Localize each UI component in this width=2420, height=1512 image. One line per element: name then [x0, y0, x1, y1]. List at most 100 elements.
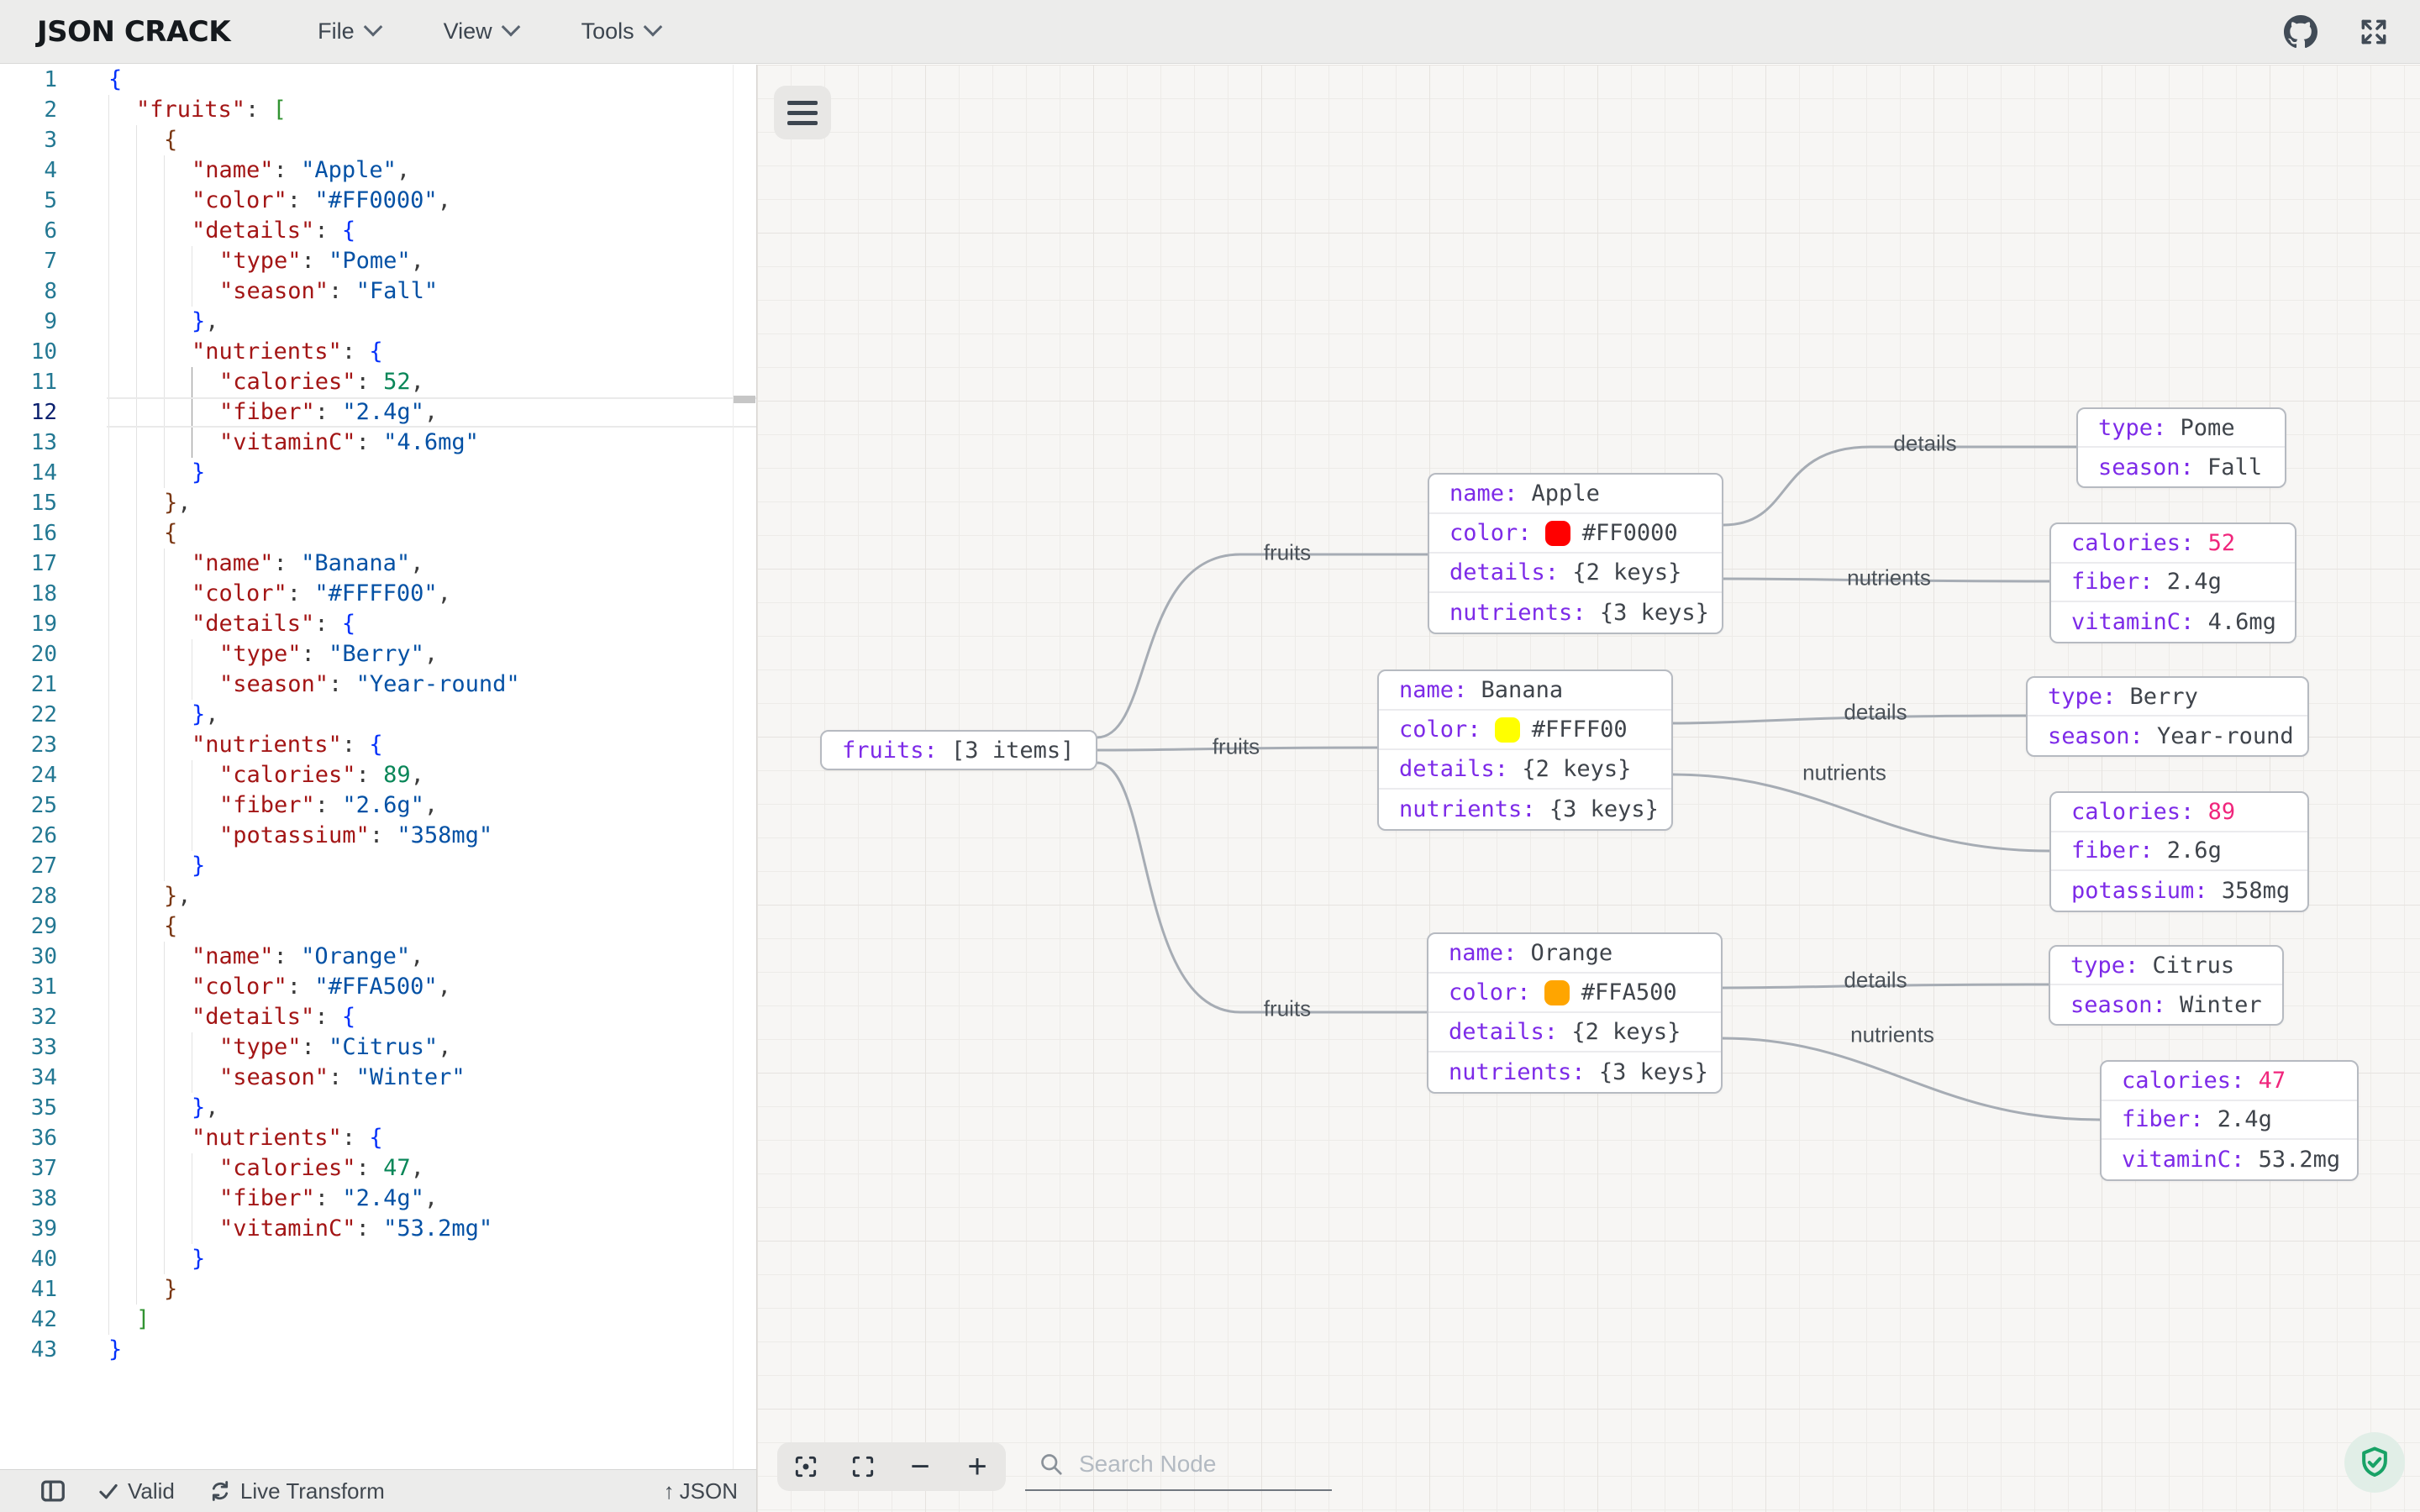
- indent-guide: [136, 730, 137, 760]
- line-number: 18: [0, 579, 57, 609]
- code-text: },: [164, 881, 192, 911]
- graph-node-apple[interactable]: name: Applecolor: #FF0000details: {2 key…: [1428, 473, 1723, 634]
- indent-guide: [136, 307, 137, 337]
- graph-menu-button[interactable]: [774, 86, 831, 139]
- fit-screen-icon: [850, 1453, 876, 1480]
- node-value: Pome: [2181, 415, 2235, 441]
- graph-node-orange[interactable]: name: Orangecolor: #FFA500 details: {2 ke…: [1427, 932, 1723, 1094]
- toggle-editor-panel-button[interactable]: [40, 1479, 66, 1503]
- editor-line: 11"calories": 52,: [0, 367, 756, 397]
- editor-line: 20"type": "Berry",: [0, 639, 756, 669]
- editor-line: 31"color": "#FFA500",: [0, 972, 756, 1002]
- code-text: "type": "Pome",: [219, 246, 424, 276]
- zoom-in-button[interactable]: +: [954, 1443, 1001, 1490]
- line-number: 3: [0, 125, 57, 155]
- app-logo[interactable]: JSON CRACK: [37, 15, 230, 49]
- code-text: "name": "Orange",: [192, 942, 424, 972]
- search-node-box: [1025, 1439, 1332, 1491]
- editor-line: 8"season": "Fall": [0, 276, 756, 307]
- json-editor[interactable]: 1{2"fruits": [3{4"name": "Apple",5"color…: [0, 65, 756, 1469]
- fit-view-button[interactable]: [839, 1443, 886, 1490]
- arrow-up-icon: ↑: [664, 1478, 675, 1504]
- format-indicator[interactable]: ↑ JSON: [664, 1478, 738, 1504]
- code-text: "details": {: [192, 1002, 355, 1032]
- graph-node-apple-nutrients[interactable]: calories: 52fiber: 2.4gvitaminC: 4.6mg: [2049, 522, 2296, 643]
- menu-tools[interactable]: Tools: [581, 18, 660, 45]
- node-key: fruits:: [842, 738, 951, 764]
- graph-node-banana-details[interactable]: type: Berryseason: Year-round: [2026, 676, 2309, 757]
- indent-guide: [164, 1214, 165, 1244]
- indent-guide: [164, 851, 165, 881]
- scrollbar-current-line-mark[interactable]: [734, 396, 755, 403]
- code-text: }: [192, 1244, 205, 1274]
- sync-icon: [208, 1479, 232, 1503]
- graph-node-root[interactable]: fruits: [3 items]: [820, 730, 1097, 770]
- graph-node-banana-nutrients[interactable]: calories: 89fiber: 2.6gpotassium: 358mg: [2049, 791, 2309, 912]
- zoom-out-button[interactable]: −: [897, 1443, 944, 1490]
- graph-edge: [1723, 1038, 2100, 1120]
- code-text: "name": "Apple",: [192, 155, 410, 186]
- indent-guide: [136, 700, 137, 730]
- edge-label: details: [1844, 700, 1907, 726]
- indent-guide: [108, 337, 109, 367]
- node-value: 2.4g: [2167, 569, 2222, 595]
- node-value: 53.2mg: [2259, 1147, 2341, 1173]
- node-value: Year-round: [2157, 723, 2294, 749]
- code-text: "fruits": [: [136, 95, 287, 125]
- menu-view[interactable]: View: [444, 18, 518, 45]
- node-value: 4.6mg: [2208, 609, 2276, 635]
- node-row: potassium: 358mg: [2051, 871, 2307, 911]
- graph-node-banana[interactable]: name: Bananacolor: #FFFF00details: {2 ke…: [1377, 669, 1673, 831]
- graph-canvas[interactable]: fruitsfruitsfruitsdetailsnutrientsdetail…: [756, 65, 2420, 1512]
- graph-node-orange-nutrients[interactable]: calories: 47fiber: 2.4gvitaminC: 53.2mg: [2100, 1060, 2359, 1181]
- node-key: details:: [1449, 1019, 1571, 1045]
- indent-guide: [108, 488, 109, 518]
- code-text: "calories": 52,: [219, 367, 424, 397]
- indent-guide: [164, 790, 165, 821]
- indent-guide: [136, 1153, 137, 1184]
- node-value: {3 keys}: [1600, 600, 1709, 626]
- indent-guide: [136, 549, 137, 579]
- node-key: nutrients:: [1449, 1059, 1599, 1085]
- github-icon[interactable]: [2284, 15, 2317, 49]
- node-row: name: Orange: [1428, 934, 1721, 974]
- live-transform-toggle[interactable]: Live Transform: [208, 1478, 385, 1504]
- node-key: season:: [2098, 454, 2207, 480]
- indent-guide: [136, 1093, 137, 1123]
- edge-label: details: [1893, 431, 1956, 457]
- node-row: color: #FFA500: [1428, 974, 1721, 1013]
- editor-line: 2"fruits": [: [0, 95, 756, 125]
- indent-guide: [108, 579, 109, 609]
- line-number: 38: [0, 1184, 57, 1214]
- code-text: "season": "Winter": [219, 1063, 466, 1093]
- fullscreen-icon[interactable]: [2358, 16, 2390, 48]
- line-number: 24: [0, 760, 57, 790]
- editor-line: 13"vitaminC": "4.6mg": [0, 428, 756, 458]
- editor-line: 40}: [0, 1244, 756, 1274]
- graph-node-apple-details[interactable]: type: Pomeseason: Fall: [2076, 407, 2286, 488]
- indent-guide: [108, 1274, 109, 1305]
- editor-line: 23"nutrients": {: [0, 730, 756, 760]
- indent-guide: [136, 428, 137, 458]
- line-number: 13: [0, 428, 57, 458]
- indent-guide: [136, 1002, 137, 1032]
- node-value: {3 keys}: [1599, 1059, 1708, 1085]
- center-view-button[interactable]: [782, 1443, 829, 1490]
- security-badge[interactable]: [2344, 1432, 2405, 1493]
- node-row: season: Year-round: [2028, 717, 2307, 755]
- chevron-down-icon: [501, 17, 520, 36]
- indent-guide: [164, 760, 165, 790]
- indent-guide: [108, 1184, 109, 1214]
- graph-node-orange-details[interactable]: type: Citrusseason: Winter: [2049, 945, 2284, 1026]
- node-value: Banana: [1481, 677, 1564, 703]
- indent-guide: [108, 700, 109, 730]
- line-number: 31: [0, 972, 57, 1002]
- indent-guide: [108, 942, 109, 972]
- editor-divider[interactable]: [733, 65, 734, 1469]
- menu-file[interactable]: File: [318, 18, 380, 45]
- search-node-input[interactable]: [1077, 1450, 1316, 1478]
- line-number: 1: [0, 65, 57, 95]
- color-swatch: [1545, 521, 1570, 546]
- node-value: {2 keys}: [1571, 1019, 1681, 1045]
- indent-guide: [164, 579, 165, 609]
